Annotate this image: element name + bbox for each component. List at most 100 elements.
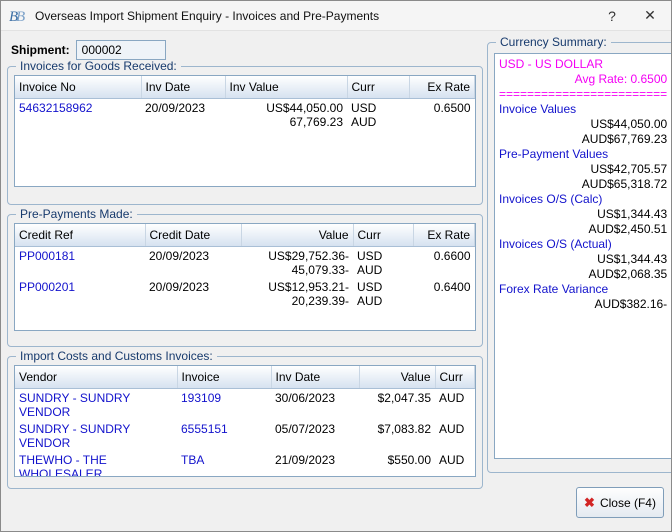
invoice-date-cell: 20/09/2023 <box>141 98 225 130</box>
import-costs-group: Import Costs and Customs Invoices: Vendo… <box>7 349 483 489</box>
prepayment-value-line1: US$29,752.36- <box>245 249 349 263</box>
prepayments-col-ex-rate[interactable]: Ex Rate <box>413 224 475 246</box>
summary-value: AUD$2,450.51 <box>499 222 667 237</box>
cost-invoice-cell: 193109 <box>177 388 271 420</box>
dialog-window: B B Overseas Import Shipment Enquiry - I… <box>0 0 672 532</box>
cost-value-cell: $550.00 <box>359 451 435 478</box>
prepayment-curr-line1: USD <box>357 249 409 263</box>
shipment-label: Shipment: <box>11 43 70 57</box>
currency-summary-title: Currency Summary: <box>496 35 611 49</box>
import-cost-row[interactable]: SUNDRY - SUNDRY VENDOR 6555151 05/07/202… <box>15 420 475 451</box>
summary-value: US$44,050.00 <box>499 117 667 132</box>
invoice-curr-line2: AUD <box>351 115 405 129</box>
cost-curr-cell: AUD <box>435 388 475 420</box>
window-close-button[interactable]: ✕ <box>635 3 665 29</box>
prepayments-col-credit-date[interactable]: Credit Date <box>145 224 241 246</box>
svg-text:B: B <box>16 9 25 25</box>
cost-value-cell: $7,083.82 <box>359 420 435 451</box>
prepayments-table: Credit Ref Credit Date Value Curr Ex Rat… <box>14 223 476 331</box>
summary-value: AUD$65,318.72 <box>499 177 667 192</box>
summary-value: US$1,344.43 <box>499 252 667 267</box>
cost-date-cell: 05/07/2023 <box>271 420 359 451</box>
prepayment-row[interactable]: PP000201 20/09/2023 US$12,953.21- 20,239… <box>15 278 475 309</box>
prepayment-row[interactable]: PP000181 20/09/2023 US$29,752.36- 45,079… <box>15 246 475 278</box>
vendor-cell: SUNDRY - SUNDRY VENDOR <box>15 388 177 420</box>
vendor-cell: SUNDRY - SUNDRY VENDOR <box>15 420 177 451</box>
credit-date-cell: 20/09/2023 <box>145 246 241 278</box>
shipment-input[interactable] <box>76 40 166 60</box>
cost-value-cell: $2,047.35 <box>359 388 435 420</box>
import-costs-group-title: Import Costs and Customs Invoices: <box>16 349 217 363</box>
invoice-value-cell: US$44,050.00 67,769.23 <box>225 98 347 130</box>
prepayments-group-title: Pre-Payments Made: <box>16 207 137 221</box>
vendor-cell: THEWHO - THE WHOLESALER <box>15 451 177 478</box>
import-costs-col-value[interactable]: Value <box>359 366 435 388</box>
invoices-col-curr[interactable]: Curr <box>347 76 409 98</box>
app-icon: B B <box>9 7 29 25</box>
summary-value: AUD$2,068.35 <box>499 267 667 282</box>
import-costs-table: Vendor Invoice Inv Date Value Curr SUNDR… <box>14 365 476 477</box>
prepayment-curr-line1: USD <box>357 280 409 294</box>
prepayment-curr-line2: AUD <box>357 294 409 308</box>
cost-date-cell: 30/06/2023 <box>271 388 359 420</box>
summary-avg-rate: Avg Rate: 0.6500 <box>499 72 667 87</box>
import-costs-col-invoice[interactable]: Invoice <box>177 366 271 388</box>
prepayments-col-value[interactable]: Value <box>241 224 353 246</box>
prepayment-value-cell: US$12,953.21- 20,239.39- <box>241 278 353 309</box>
invoice-value-line2: 67,769.23 <box>229 115 343 129</box>
close-button[interactable]: ✖ Close (F4) <box>576 487 664 518</box>
prepayments-group: Pre-Payments Made: Credit Ref Credit Dat… <box>7 207 483 347</box>
invoices-header-row: Invoice No Inv Date Inv Value Curr Ex Ra… <box>15 76 475 98</box>
invoices-col-invoice-no[interactable]: Invoice No <box>15 76 141 98</box>
summary-section-label: Invoice Values <box>499 102 667 117</box>
credit-ref-cell: PP000201 <box>15 278 145 309</box>
import-costs-col-curr[interactable]: Curr <box>435 366 475 388</box>
import-cost-row[interactable]: THEWHO - THE WHOLESALER TBA 21/09/2023 $… <box>15 451 475 478</box>
prepayment-value-cell: US$29,752.36- 45,079.33- <box>241 246 353 278</box>
invoices-table: Invoice No Inv Date Inv Value Curr Ex Ra… <box>14 75 476 187</box>
import-costs-header-row: Vendor Invoice Inv Date Value Curr <box>15 366 475 388</box>
summary-section-label: Forex Rate Variance <box>499 282 667 297</box>
summary-section-label: Invoices O/S (Calc) <box>499 192 667 207</box>
cost-date-cell: 21/09/2023 <box>271 451 359 478</box>
summary-separator: ======================== <box>499 87 667 102</box>
prepayment-curr-cell: USD AUD <box>353 278 413 309</box>
cost-curr-cell: AUD <box>435 420 475 451</box>
help-button[interactable]: ? <box>597 3 627 29</box>
close-button-label: Close (F4) <box>600 496 656 510</box>
cost-curr-cell: AUD <box>435 451 475 478</box>
prepayment-value-line1: US$12,953.21- <box>245 280 349 294</box>
import-costs-col-inv-date[interactable]: Inv Date <box>271 366 359 388</box>
cost-invoice-cell: TBA <box>177 451 271 478</box>
summary-currency: USD - US DOLLAR <box>499 57 667 72</box>
credit-ref-cell: PP000181 <box>15 246 145 278</box>
import-cost-row[interactable]: SUNDRY - SUNDRY VENDOR 193109 30/06/2023… <box>15 388 475 420</box>
prepayments-col-credit-ref[interactable]: Credit Ref <box>15 224 145 246</box>
credit-date-cell: 20/09/2023 <box>145 278 241 309</box>
prepayment-curr-cell: USD AUD <box>353 246 413 278</box>
currency-summary-panel: USD - US DOLLAR Avg Rate: 0.6500 =======… <box>494 53 672 459</box>
invoice-curr-cell: USD AUD <box>347 98 409 130</box>
invoice-row[interactable]: 54632158962 20/09/2023 US$44,050.00 67,7… <box>15 98 475 130</box>
prepayments-header-row: Credit Ref Credit Date Value Curr Ex Rat… <box>15 224 475 246</box>
invoices-group-title: Invoices for Goods Received: <box>16 59 181 73</box>
prepayment-ex-rate-cell: 0.6400 <box>413 278 475 309</box>
import-costs-col-vendor[interactable]: Vendor <box>15 366 177 388</box>
invoices-col-inv-value[interactable]: Inv Value <box>225 76 347 98</box>
prepayments-col-curr[interactable]: Curr <box>353 224 413 246</box>
invoices-col-inv-date[interactable]: Inv Date <box>141 76 225 98</box>
summary-section-label: Pre-Payment Values <box>499 147 667 162</box>
invoice-ex-rate-cell: 0.6500 <box>409 98 475 130</box>
invoice-value-line1: US$44,050.00 <box>229 101 343 115</box>
shipment-field-row: Shipment: <box>11 40 166 60</box>
summary-section-label: Invoices O/S (Actual) <box>499 237 667 252</box>
summary-value: AUD$67,769.23 <box>499 132 667 147</box>
currency-summary-group: Currency Summary: USD - US DOLLAR Avg Ra… <box>487 35 672 473</box>
cost-invoice-cell: 6555151 <box>177 420 271 451</box>
prepayment-value-line2: 20,239.39- <box>245 294 349 308</box>
titlebar: B B Overseas Import Shipment Enquiry - I… <box>1 1 671 31</box>
close-x-icon: ✖ <box>584 496 595 509</box>
invoices-col-ex-rate[interactable]: Ex Rate <box>409 76 475 98</box>
invoice-no-cell: 54632158962 <box>15 98 141 130</box>
invoice-curr-line1: USD <box>351 101 405 115</box>
